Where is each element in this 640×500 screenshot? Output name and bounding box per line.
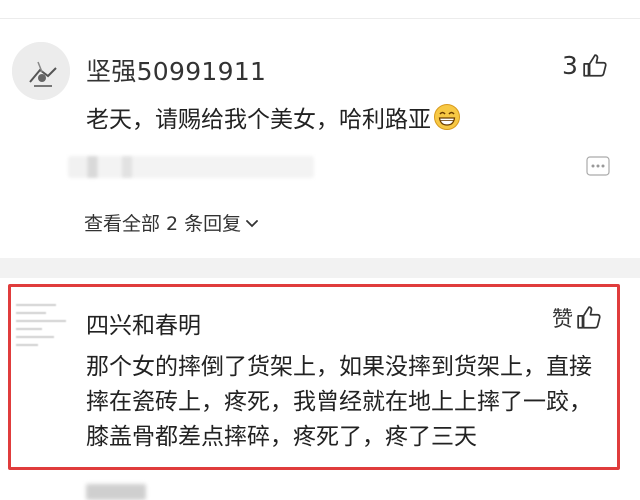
like-count: 3 <box>562 51 578 80</box>
comment-separator <box>0 258 640 278</box>
comment-body: 那个女的摔倒了货架上，如果没摔到货架上，直接摔在瓷砖上，疼死，我曾经就在地上上摔… <box>86 354 592 450</box>
blurred-next-item <box>86 484 146 500</box>
like-button[interactable]: 赞 <box>552 303 602 333</box>
avatar-sketch-image <box>12 42 70 100</box>
avatar[interactable] <box>12 42 70 100</box>
like-label: 赞 <box>552 307 573 331</box>
blurred-meta-info <box>68 156 314 178</box>
avatar[interactable] <box>14 296 76 350</box>
more-dots-icon[interactable] <box>586 156 610 176</box>
comment-body: 老天，请赐给我个美女，哈利路亚 <box>86 107 431 133</box>
view-replies-label: 查看全部 2 条回复 <box>84 213 242 235</box>
view-all-replies-link[interactable]: 查看全部 2 条回复 <box>84 209 261 236</box>
comment-author[interactable]: 四兴和春明 <box>86 306 201 340</box>
comment-text: 老天，请赐给我个美女，哈利路亚 <box>86 100 461 134</box>
comment-author[interactable]: 坚强50991911 <box>86 52 266 88</box>
chevron-down-icon <box>246 219 259 227</box>
like-button[interactable]: 3 <box>562 51 608 80</box>
grin-emoji-icon <box>434 104 460 130</box>
thumb-up-icon <box>583 53 607 77</box>
thumb-up-icon <box>577 306 601 329</box>
top-separator <box>0 18 640 19</box>
